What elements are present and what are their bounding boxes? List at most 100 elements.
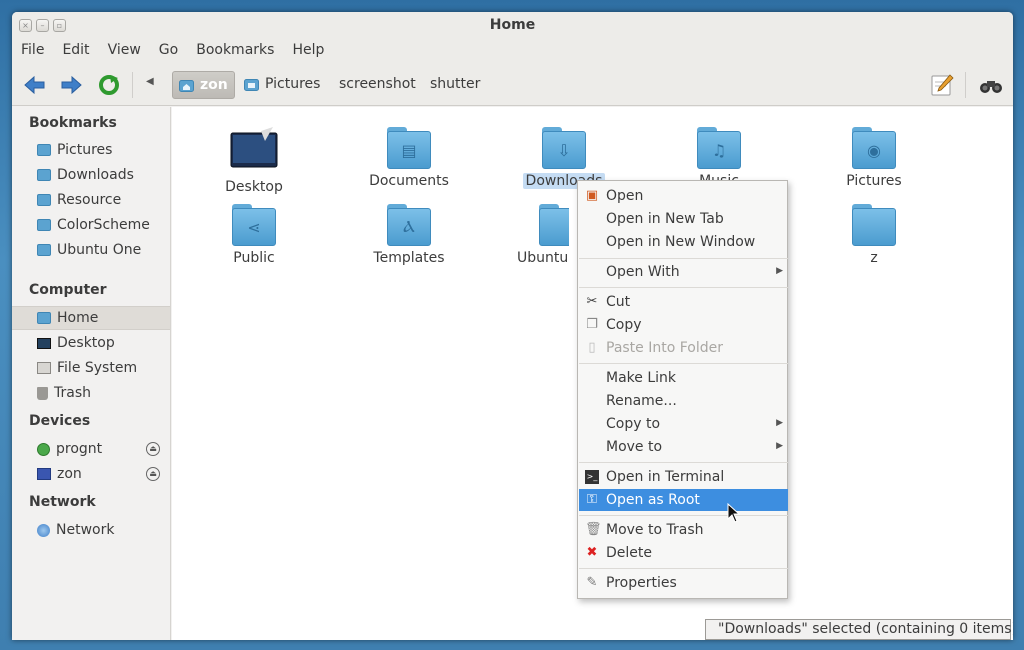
- menu-separator: [579, 568, 788, 569]
- menu-separator: [579, 515, 788, 516]
- menu-item-label: Move to: [606, 439, 663, 455]
- downloads-folder-icon: ⇩: [542, 127, 586, 169]
- menu-item-open-new-tab[interactable]: Open in New Tab: [579, 208, 788, 230]
- menu-item-make-link[interactable]: Make Link: [579, 367, 788, 389]
- menu-item-open-new-window[interactable]: Open in New Window: [579, 231, 788, 253]
- menu-view[interactable]: View: [108, 38, 149, 64]
- file-item-public[interactable]: ⋖ Public: [199, 204, 309, 266]
- menu-separator: [579, 287, 788, 288]
- desktop-folder-icon: [230, 127, 278, 168]
- menu-item-open[interactable]: ▣ Open: [579, 185, 788, 207]
- public-folder-icon: ⋖: [232, 204, 276, 246]
- menu-item-copy-to[interactable]: Copy to ▶: [579, 413, 788, 435]
- sidebar-heading-computer: Computer: [29, 282, 107, 298]
- folder-icon: [37, 144, 51, 156]
- home-icon: [37, 312, 51, 324]
- status-bar: "Downloads" selected (containing 0 items…: [705, 619, 1013, 640]
- sidebar-item-label: Resource: [57, 192, 122, 208]
- terminal-icon: >_: [585, 470, 599, 484]
- menu-file[interactable]: File: [21, 38, 52, 64]
- sidebar-item-label: Desktop: [57, 335, 115, 351]
- breadcrumb-label: zon: [200, 77, 228, 93]
- sidebar-item-label: Home: [57, 310, 99, 326]
- menu-item-open-with[interactable]: Open With ▶: [579, 261, 788, 283]
- file-item-ubuntu[interactable]: Ubuntu: [509, 204, 569, 266]
- sidebar-heading-network: Network: [29, 494, 96, 510]
- sidebar-item-zon[interactable]: zon ⏏: [12, 462, 170, 486]
- properties-icon: ✎: [586, 575, 598, 590]
- music-folder-icon: ♫: [697, 127, 741, 169]
- toolbar-separator: [965, 72, 966, 98]
- menu-item-label: Move to Trash: [606, 522, 704, 538]
- file-item-pictures[interactable]: ◉ Pictures: [819, 127, 929, 189]
- reload-icon[interactable]: [96, 74, 122, 96]
- file-item-templates[interactable]: Ⲁ Templates: [354, 204, 464, 266]
- sidebar-item-network[interactable]: Network: [12, 518, 170, 542]
- sidebar-heading-bookmarks: Bookmarks: [29, 115, 117, 131]
- menu-separator: [579, 363, 788, 364]
- breadcrumb-screenshot[interactable]: screenshot: [339, 76, 416, 92]
- breadcrumb-scroll-left-icon[interactable]: ◀: [146, 76, 154, 87]
- sidebar-item-label: zon: [57, 466, 82, 482]
- menu-item-label: Open as Root: [606, 492, 700, 508]
- sidebar-item-label: File System: [57, 360, 138, 376]
- breadcrumb-pictures[interactable]: Pictures: [244, 76, 320, 92]
- menu-bar: File Edit View Go Bookmarks Help: [12, 38, 1013, 64]
- sidebar-heading-devices: Devices: [29, 413, 91, 429]
- mouse-pointer-icon: [727, 503, 741, 523]
- menu-bookmarks[interactable]: Bookmarks: [196, 38, 282, 64]
- file-label: Ubuntu: [517, 250, 569, 266]
- menu-item-open-in-terminal[interactable]: >_ Open in Terminal: [579, 466, 788, 488]
- sidebar-item-trash[interactable]: Trash: [12, 381, 170, 405]
- breadcrumb-shutter[interactable]: shutter: [430, 76, 480, 92]
- breadcrumb-home-zon[interactable]: zon: [172, 71, 235, 99]
- folder-icon: [37, 169, 51, 181]
- toolbar-separator: [132, 72, 133, 98]
- forward-arrow-icon[interactable]: [58, 74, 84, 96]
- file-item-documents[interactable]: ▤ Documents: [354, 127, 464, 189]
- file-manager-window: × – ▫ Home File Edit View Go Bookmarks H…: [12, 12, 1013, 640]
- edit-location-icon[interactable]: [930, 73, 954, 97]
- menu-separator: [579, 462, 788, 463]
- open-icon: ▣: [585, 188, 599, 203]
- search-binoculars-icon[interactable]: [979, 73, 1003, 97]
- sidebar-item-prognt[interactable]: prognt ⏏: [12, 437, 170, 461]
- menu-item-open-as-root[interactable]: ⚿ Open as Root: [579, 489, 788, 511]
- menu-help[interactable]: Help: [292, 38, 332, 64]
- title-bar: × – ▫ Home: [12, 12, 1013, 38]
- trash-icon: 🗑: [585, 522, 602, 537]
- sidebar-item-label: prognt: [56, 441, 103, 457]
- folder-icon: [37, 194, 51, 206]
- documents-folder-icon: ▤: [387, 127, 431, 169]
- menu-item-label: Cut: [606, 294, 631, 310]
- menu-item-cut[interactable]: ✂ Cut: [579, 291, 788, 313]
- pictures-folder-icon: ◉: [852, 127, 896, 169]
- sidebar-item-label: Pictures: [57, 142, 113, 158]
- sidebar-item-ubuntu-one[interactable]: Ubuntu One: [12, 238, 170, 262]
- sidebar-item-file-system[interactable]: File System: [12, 356, 170, 380]
- file-item-desktop[interactable]: Desktop: [199, 127, 309, 195]
- menu-item-paste-into-folder[interactable]: ▯ Paste Into Folder: [579, 337, 788, 359]
- file-label: Public: [233, 250, 275, 266]
- menu-go[interactable]: Go: [159, 38, 186, 64]
- menu-item-copy[interactable]: ❐ Copy: [579, 314, 788, 336]
- menu-item-rename[interactable]: Rename...: [579, 390, 788, 412]
- menu-item-properties[interactable]: ✎ Properties: [579, 572, 788, 594]
- menu-item-move-to-trash[interactable]: 🗑 Move to Trash: [579, 519, 788, 541]
- eject-icon[interactable]: ⏏: [146, 442, 160, 456]
- back-arrow-icon[interactable]: [22, 74, 48, 96]
- sidebar-item-desktop[interactable]: Desktop: [12, 331, 170, 355]
- eject-icon[interactable]: ⏏: [146, 467, 160, 481]
- menu-edit[interactable]: Edit: [62, 38, 97, 64]
- scissors-icon: ✂: [586, 294, 598, 309]
- sidebar-item-pictures[interactable]: Pictures: [12, 138, 170, 162]
- menu-item-move-to[interactable]: Move to ▶: [579, 436, 788, 458]
- file-item-z[interactable]: z: [819, 204, 929, 266]
- disc-icon: [37, 442, 50, 456]
- menu-item-delete[interactable]: ✖ Delete: [579, 542, 788, 564]
- sidebar-item-colorscheme[interactable]: ColorScheme: [12, 213, 170, 237]
- sidebar-item-downloads[interactable]: Downloads: [12, 163, 170, 187]
- sidebar-item-resource[interactable]: Resource: [12, 188, 170, 212]
- menu-item-label: Open With: [606, 264, 680, 280]
- sidebar-item-home[interactable]: Home: [12, 306, 170, 330]
